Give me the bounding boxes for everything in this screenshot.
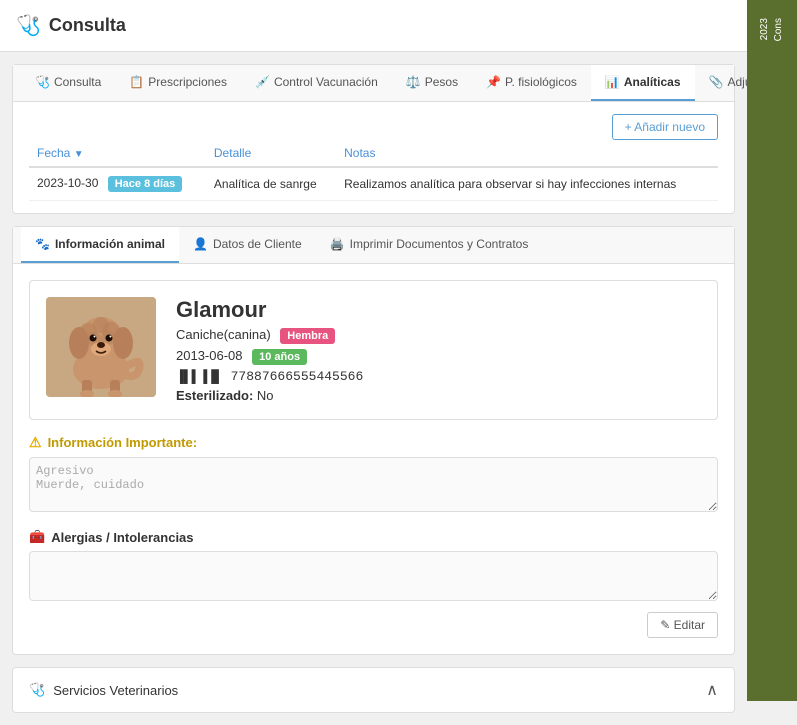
- services-label: Servicios Veterinarios: [53, 683, 178, 698]
- top-header: 🩺 Consulta ? Ayuda: [0, 0, 797, 52]
- info-animal-icon: 🐾: [35, 237, 50, 251]
- table-row: 2023-10-30 Hace 8 días Analítica de sanr…: [29, 167, 718, 201]
- row-fecha: 2023-10-30 Hace 8 días: [29, 167, 206, 201]
- col-detalle: Detalle: [206, 140, 336, 167]
- animal-breed: Caniche(canina) Hembra: [176, 327, 701, 344]
- edit-button[interactable]: ✎ Editar: [647, 612, 718, 638]
- warning-icon: ⚠: [29, 434, 42, 451]
- allergies-textarea[interactable]: [29, 551, 718, 601]
- analytics-tab-content: + Añadir nuevo Fecha ▼ Detalle Notas: [13, 102, 734, 213]
- tab-prescripciones[interactable]: 📋 Prescripciones: [115, 65, 241, 101]
- animal-profile: Glamour Caniche(canina) Hembra 2013-06-0…: [29, 280, 718, 420]
- age-badge: 10 años: [252, 349, 307, 365]
- important-textarea[interactable]: Agresivo Muerde, cuidado: [29, 457, 718, 512]
- prescripciones-tab-icon: 📋: [129, 75, 144, 89]
- services-icon: 🩺: [29, 682, 45, 698]
- sort-arrow-icon: ▼: [74, 149, 84, 160]
- tab-analiticas[interactable]: 📊 Analíticas: [591, 65, 695, 101]
- poodle-image: [46, 297, 156, 397]
- analiticas-tab-icon: 📊: [605, 75, 620, 89]
- fisiologicos-tab-icon: 📌: [486, 75, 501, 89]
- header-brand: 🩺 Consulta: [16, 13, 126, 38]
- main-tabs: 🩺 Consulta 📋 Prescripciones 💉 Control Va…: [13, 65, 734, 102]
- allergies-section: 🧰 Alergias / Intolerancias: [29, 529, 718, 604]
- animal-name: Glamour: [176, 297, 701, 323]
- add-new-button[interactable]: + Añadir nuevo: [612, 114, 718, 140]
- animal-photo: [46, 297, 156, 397]
- animal-dob: 2013-06-08 10 años: [176, 348, 701, 365]
- animal-info-card: 🐾 Información animal 👤 Datos de Cliente …: [12, 226, 735, 655]
- tab-control-vacunacion[interactable]: 💉 Control Vacunación: [241, 65, 392, 101]
- analytics-card: 🩺 Consulta 📋 Prescripciones 💉 Control Va…: [12, 64, 735, 214]
- vacunacion-tab-icon: 💉: [255, 75, 270, 89]
- tab-p-fisiologicos[interactable]: 📌 P. fisiológicos: [472, 65, 591, 101]
- stethoscope-icon: 🩺: [16, 13, 41, 38]
- services-bar[interactable]: 🩺 Servicios Veterinarios ∧: [12, 667, 735, 713]
- days-badge: Hace 8 días: [108, 176, 183, 192]
- datos-cliente-icon: 👤: [193, 237, 208, 251]
- animal-chip: ▐▌▌▐▐▌ 77887666555445566: [176, 369, 701, 384]
- tab-info-animal[interactable]: 🐾 Información animal: [21, 227, 179, 263]
- tab-imprimir[interactable]: 🖨️ Imprimir Documentos y Contratos: [316, 227, 543, 263]
- important-section: ⚠ Información Importante: Agresivo Muerd…: [29, 434, 718, 515]
- important-title: ⚠ Información Importante:: [29, 434, 718, 451]
- col-notas: Notas: [336, 140, 718, 167]
- pesos-tab-icon: ⚖️: [406, 75, 421, 89]
- allergies-icon: 🧰: [29, 529, 45, 545]
- adjuntos-tab-icon: 📎: [709, 75, 724, 89]
- right-panel: 2023Cons: [747, 0, 797, 701]
- info-tabs: 🐾 Información animal 👤 Datos de Cliente …: [13, 227, 734, 264]
- right-panel-text: 2023Cons: [754, 10, 790, 49]
- tab-datos-cliente[interactable]: 👤 Datos de Cliente: [179, 227, 316, 263]
- tab-consulta[interactable]: 🩺 Consulta: [21, 65, 115, 101]
- imprimir-icon: 🖨️: [330, 237, 345, 251]
- header-title: Consulta: [49, 15, 126, 36]
- consulta-tab-icon: 🩺: [35, 75, 50, 89]
- tab-pesos[interactable]: ⚖️ Pesos: [392, 65, 472, 101]
- main-content: 🩺 Consulta 📋 Prescripciones 💉 Control Va…: [0, 52, 747, 725]
- allergies-title: 🧰 Alergias / Intolerancias: [29, 529, 718, 545]
- services-bar-left: 🩺 Servicios Veterinarios: [29, 682, 178, 698]
- animal-details: Glamour Caniche(canina) Hembra 2013-06-0…: [176, 297, 701, 403]
- row-detalle: Analítica de sanrge: [206, 167, 336, 201]
- animal-info-panel: Glamour Caniche(canina) Hembra 2013-06-0…: [13, 264, 734, 654]
- row-notas: Realizamos analítica para observar si ha…: [336, 167, 718, 201]
- animal-sterilized: Esterilizado: No: [176, 388, 701, 403]
- col-fecha[interactable]: Fecha ▼: [29, 140, 206, 167]
- barcode-icon: ▐▌▌▐▐▌: [176, 369, 223, 384]
- analytics-table: Fecha ▼ Detalle Notas 202: [29, 140, 718, 201]
- gender-badge: Hembra: [280, 328, 335, 344]
- chevron-up-icon: ∧: [706, 680, 718, 700]
